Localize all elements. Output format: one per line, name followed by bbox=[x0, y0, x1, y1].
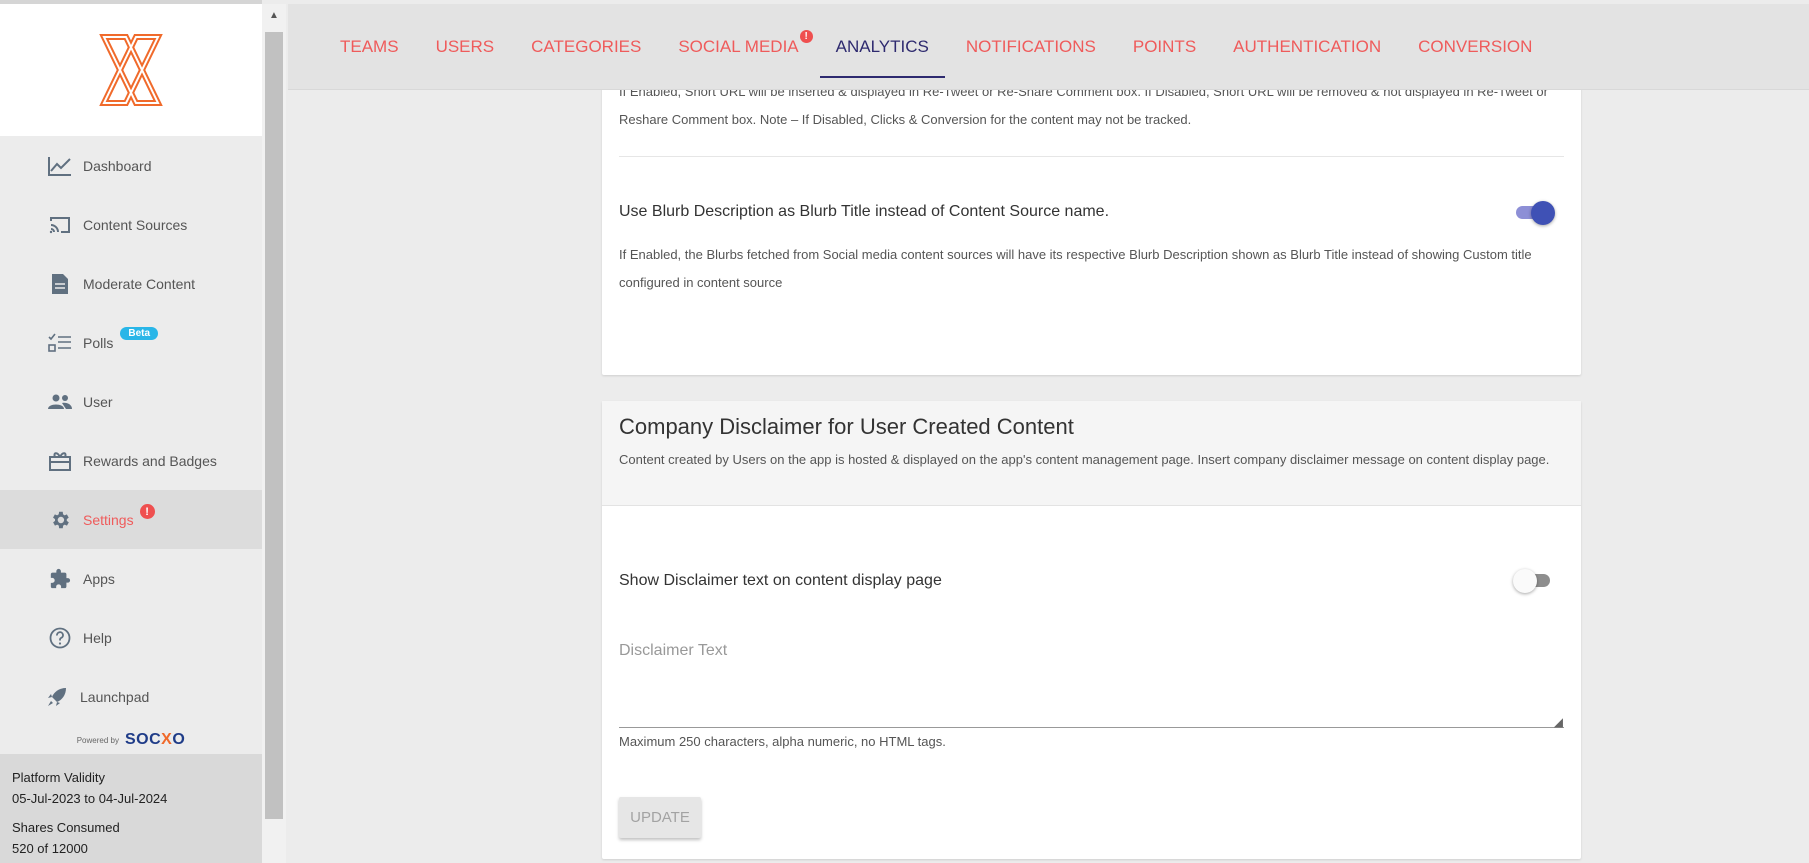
divider bbox=[619, 156, 1564, 157]
help-circle-icon bbox=[47, 625, 73, 651]
tab-social-media[interactable]: SOCIAL MEDIA! bbox=[678, 4, 813, 90]
cast-icon bbox=[47, 212, 73, 238]
tab-analytics[interactable]: ANALYTICS bbox=[819, 4, 946, 90]
shares-value: 520 of 12000 bbox=[12, 841, 88, 856]
validity-value: 05-Jul-2023 to 04-Jul-2024 bbox=[12, 791, 168, 806]
rocket-icon bbox=[44, 684, 70, 710]
logo-area bbox=[0, 4, 262, 136]
sidebar-item-rewards[interactable]: Rewards and Badges bbox=[0, 431, 262, 490]
tab-label: USERS bbox=[435, 36, 495, 56]
sidebar-nav: Dashboard Content Sources Moderate Conte… bbox=[0, 136, 262, 726]
sidebar-item-label: Apps bbox=[83, 570, 115, 587]
sidebar-item-settings[interactable]: Settings ! bbox=[0, 490, 262, 549]
tab-label: CATEGORIES bbox=[531, 36, 642, 56]
sidebar-item-moderate-content[interactable]: Moderate Content bbox=[0, 254, 262, 313]
settings-tabbar: TEAMS USERS CATEGORIES SOCIAL MEDIA! ANA… bbox=[288, 4, 1809, 90]
tab-label: ANALYTICS bbox=[835, 36, 929, 56]
socxo-logo: SOCXO bbox=[125, 731, 185, 749]
sidebar-item-label: Polls bbox=[83, 334, 114, 351]
tab-label: CONVERSION bbox=[1418, 36, 1533, 56]
show-disclaimer-toggle[interactable] bbox=[1513, 568, 1553, 593]
tab-points[interactable]: POINTS bbox=[1133, 4, 1196, 90]
x-logo-icon bbox=[99, 34, 163, 106]
sidebar-item-label: Dashboard bbox=[83, 157, 152, 174]
tab-notifications[interactable]: NOTIFICATIONS bbox=[966, 4, 1096, 90]
show-disclaimer-label: Show Disclaimer text on content display … bbox=[619, 572, 942, 589]
sidebar: Dashboard Content Sources Moderate Conte… bbox=[0, 0, 262, 863]
alert-icon: ! bbox=[139, 504, 155, 519]
platform-validity-panel: Platform Validity 05-Jul-2023 to 04-Jul-… bbox=[0, 754, 262, 863]
blurb-settings-card: If Enabled, Short URL will be inserted &… bbox=[602, 60, 1581, 375]
shares-label: Shares Consumed bbox=[12, 820, 120, 835]
tab-users[interactable]: USERS bbox=[436, 4, 495, 90]
document-icon bbox=[47, 271, 73, 297]
tab-label: NOTIFICATIONS bbox=[965, 36, 1096, 56]
sidebar-item-label: Settings bbox=[83, 511, 134, 528]
brand-part-b: X bbox=[161, 731, 173, 748]
tab-teams[interactable]: TEAMS bbox=[340, 4, 399, 90]
sidebar-item-label: Launchpad bbox=[80, 688, 150, 705]
powered-by-label: Powered by bbox=[76, 735, 119, 745]
gear-icon bbox=[47, 507, 73, 533]
blurb-title-toggle[interactable] bbox=[1513, 200, 1555, 225]
disclaimer-card-subtitle: Content created by Users on the app is h… bbox=[619, 452, 1550, 467]
brand-part-a: SOC bbox=[124, 731, 162, 748]
sidebar-scrollbar[interactable]: ▲ bbox=[262, 4, 286, 863]
tab-categories[interactable]: CATEGORIES bbox=[531, 4, 641, 90]
resize-grip-icon[interactable]: ◢ bbox=[1554, 715, 1563, 729]
toggle-knob bbox=[1531, 201, 1555, 225]
sidebar-item-help[interactable]: Help bbox=[0, 608, 262, 667]
validity-label: Platform Validity bbox=[12, 770, 105, 785]
puzzle-icon bbox=[47, 566, 73, 592]
disclaimer-card-title: Company Disclaimer for User Created Cont… bbox=[619, 414, 1074, 439]
blurb-title-setting-label: Use Blurb Description as Blurb Title ins… bbox=[619, 203, 1110, 220]
sidebar-item-label: User bbox=[83, 393, 113, 410]
disclaimer-hint: Maximum 250 characters, alpha numeric, n… bbox=[619, 734, 946, 749]
tab-conversion[interactable]: CONVERSION bbox=[1418, 4, 1532, 90]
scroll-up-arrow-icon[interactable]: ▲ bbox=[262, 4, 286, 26]
tab-label: POINTS bbox=[1132, 36, 1197, 56]
toggle-knob bbox=[1513, 569, 1537, 593]
sidebar-item-label: Help bbox=[83, 629, 112, 646]
tab-label: SOCIAL MEDIA bbox=[678, 36, 799, 56]
sidebar-item-label: Content Sources bbox=[83, 216, 188, 233]
disclaimer-text-input[interactable] bbox=[619, 669, 1564, 728]
tab-label: TEAMS bbox=[340, 36, 399, 56]
scroll-thumb[interactable] bbox=[265, 32, 283, 819]
powered-by: Powered by SOCXO bbox=[0, 726, 262, 754]
disclaimer-card-header: Company Disclaimer for User Created Cont… bbox=[602, 401, 1581, 506]
update-button[interactable]: UPDATE bbox=[619, 797, 701, 838]
sidebar-item-user[interactable]: User bbox=[0, 372, 262, 431]
sidebar-item-dashboard[interactable]: Dashboard bbox=[0, 136, 262, 195]
people-icon bbox=[47, 389, 73, 415]
sidebar-item-polls[interactable]: Polls Beta bbox=[0, 313, 262, 372]
tab-authentication[interactable]: AUTHENTICATION bbox=[1233, 4, 1381, 90]
company-disclaimer-card: Company Disclaimer for User Created Cont… bbox=[602, 401, 1581, 859]
chart-line-icon bbox=[47, 153, 73, 179]
checklist-icon bbox=[47, 330, 73, 356]
sidebar-item-label: Rewards and Badges bbox=[83, 452, 217, 469]
brand-part-c: O bbox=[172, 731, 186, 748]
beta-badge: Beta bbox=[120, 327, 159, 340]
sidebar-item-apps[interactable]: Apps bbox=[0, 549, 262, 608]
sidebar-item-launchpad[interactable]: Launchpad bbox=[0, 667, 262, 726]
sidebar-item-label: Moderate Content bbox=[83, 275, 196, 292]
gift-icon bbox=[47, 448, 73, 474]
app-logo[interactable] bbox=[89, 23, 173, 117]
tab-label: AUTHENTICATION bbox=[1233, 36, 1382, 56]
disclaimer-text-label: Disclaimer Text bbox=[619, 642, 728, 659]
blurb-title-setting-description: If Enabled, the Blurbs fetched from Soci… bbox=[619, 247, 1532, 290]
sidebar-item-content-sources[interactable]: Content Sources bbox=[0, 195, 262, 254]
alert-icon: ! bbox=[799, 29, 813, 43]
